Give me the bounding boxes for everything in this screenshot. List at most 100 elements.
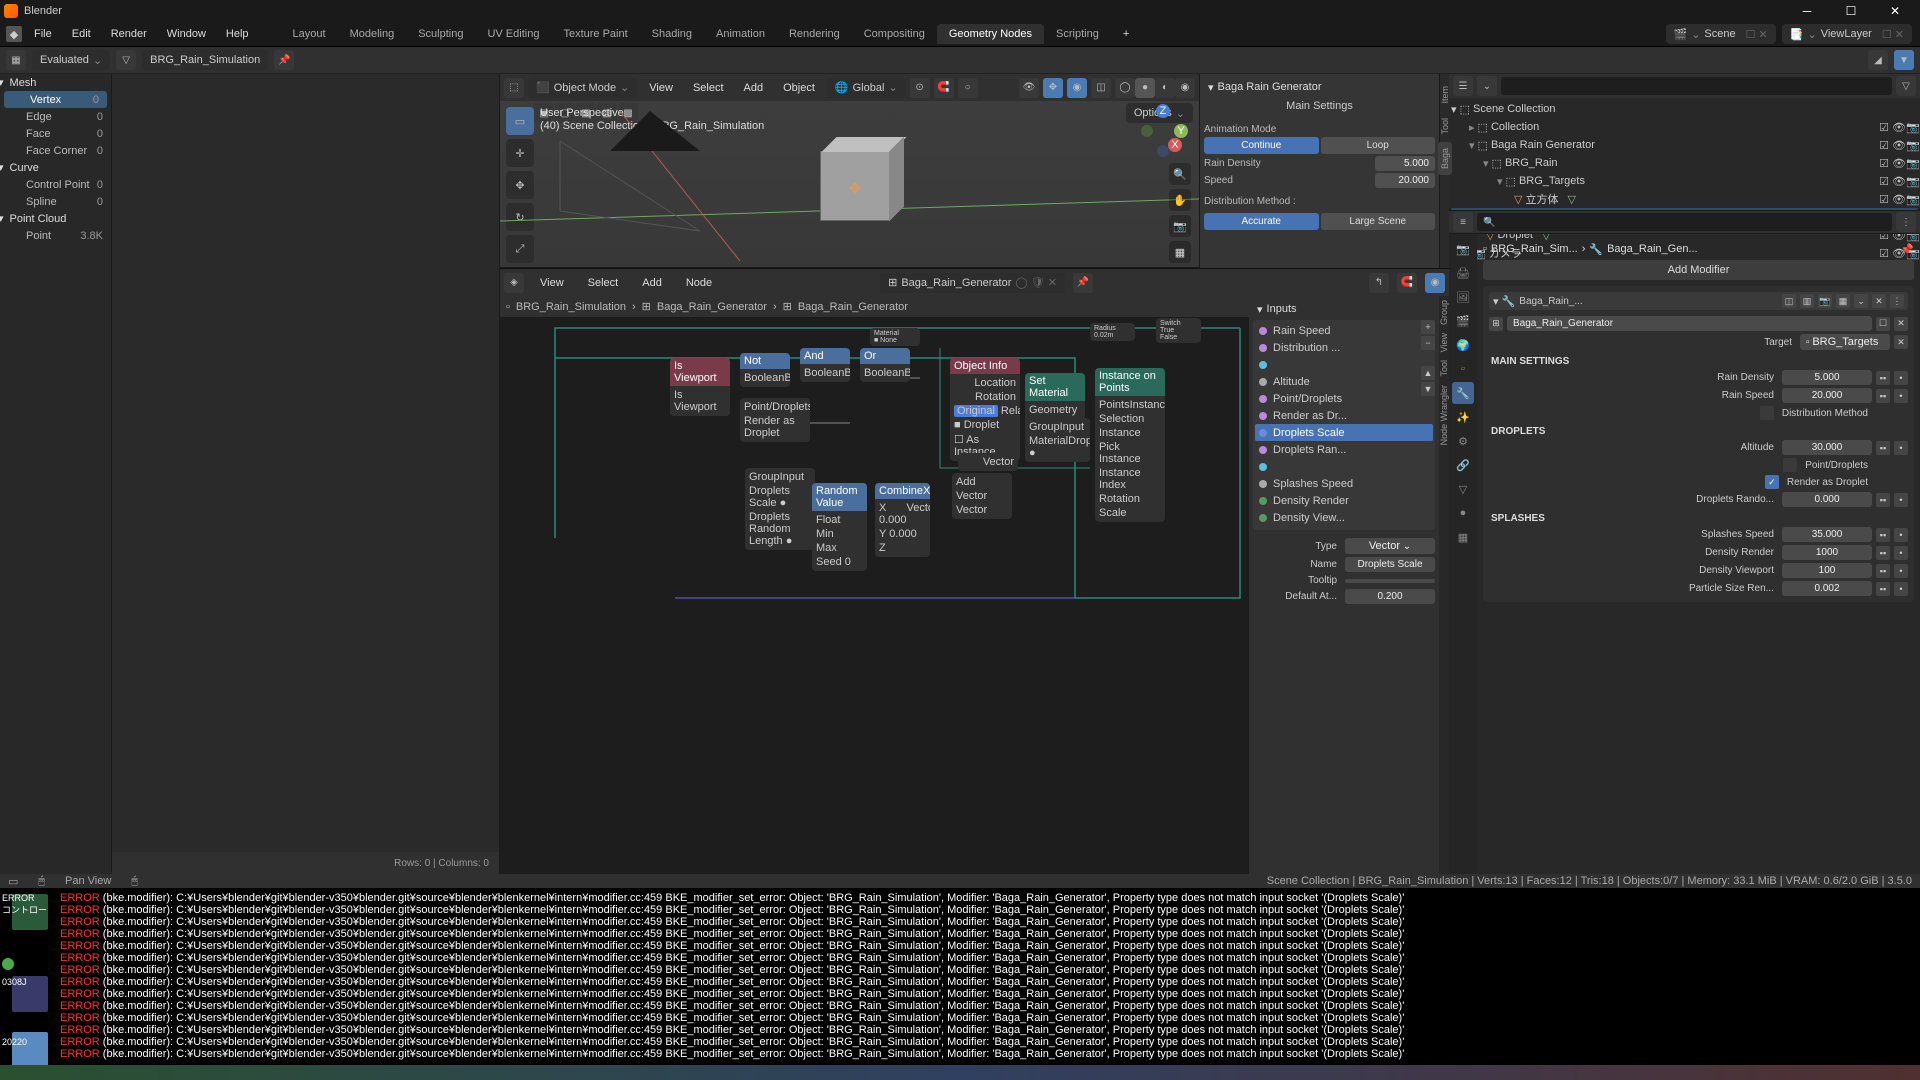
value-field[interactable]: 0.002 [1782, 581, 1872, 596]
node-input-Point/Droplets[interactable]: Point/Droplets [1255, 390, 1433, 407]
window-menu[interactable]: Window [159, 25, 214, 43]
tab-rendering[interactable]: Rendering [777, 24, 852, 44]
close-button[interactable]: ✕ [1874, 0, 1916, 22]
node-input-blank[interactable] [1255, 458, 1433, 475]
particle-tab[interactable]: ✨ [1452, 406, 1474, 428]
accurate-button[interactable]: Accurate [1204, 213, 1319, 230]
tab-texture-paint[interactable]: Texture Paint [551, 24, 639, 44]
outliner-Baga Rain Generator[interactable]: ▾ ⬚Baga Rain Generator☑👁📷 [1451, 136, 1918, 154]
world-tab[interactable]: 🌍 [1452, 334, 1474, 356]
move-tool[interactable]: ✥ [506, 171, 534, 199]
anim-dot-icon[interactable]: • [1894, 441, 1908, 455]
help-menu[interactable]: Help [218, 25, 257, 43]
proportional-icon[interactable]: ○ [958, 78, 978, 98]
filter-toggle[interactable]: ▼ [1894, 50, 1914, 70]
file-menu[interactable]: File [26, 25, 60, 43]
keyframe-icon[interactable]: ▪▪ [1876, 441, 1890, 455]
node-group-icon[interactable]: ⊞ [1489, 317, 1503, 331]
object-tab[interactable]: ▫ [1452, 358, 1474, 380]
minimize-button[interactable]: ─ [1786, 0, 1828, 22]
shade-render-icon[interactable]: ◉ [1175, 78, 1195, 98]
shade-wire-icon[interactable]: ◯ [1115, 78, 1135, 98]
target-x-icon[interactable]: ✕ [1894, 335, 1908, 349]
value-field[interactable]: 30.000 [1782, 440, 1872, 455]
value-field[interactable]: 5.000 [1782, 370, 1872, 385]
node-input-Splashes Speed[interactable]: Splashes Speed [1255, 475, 1433, 492]
domain-point-cloud[interactable]: ▾ Point Cloud [0, 210, 111, 227]
tab-uv-editing[interactable]: UV Editing [475, 24, 551, 44]
nodegroup-name[interactable]: Baga_Rain_Generator [1507, 316, 1872, 331]
node-input-Particle Size ...[interactable]: Particle Size ... [1255, 526, 1433, 530]
domain-face-corner[interactable]: Face Corner0 [0, 142, 111, 159]
overlay-toggle[interactable]: ◉ [1067, 78, 1087, 98]
keyframe-icon[interactable]: ▪▪ [1876, 371, 1890, 385]
node-input-Density Render[interactable]: Density Render [1255, 492, 1433, 509]
outliner-立方体[interactable]: ▽立方体 ▽☑👁📷 [1451, 190, 1918, 208]
node-input-Rain Speed[interactable]: Rain Speed [1255, 322, 1433, 339]
camera-icon[interactable]: 📷 [1169, 215, 1191, 237]
mod-close-icon[interactable]: ✕ [1872, 294, 1886, 308]
ne-tab-tool[interactable]: Tool [1439, 356, 1449, 381]
outliner-search[interactable] [1501, 77, 1892, 95]
layer-selector[interactable]: 📑 ⌄ ViewLayer ☐ ✕ [1782, 24, 1912, 44]
tab-animation[interactable]: Animation [704, 24, 777, 44]
keyframe-icon[interactable]: ▪▪ [1876, 389, 1890, 403]
add-modifier-button[interactable]: Add Modifier [1483, 260, 1914, 280]
tab-scripting[interactable]: Scripting [1044, 24, 1111, 44]
editor-type-icon[interactable]: ⬚ [504, 78, 524, 98]
physics-tab[interactable]: ⚙ [1452, 430, 1474, 452]
density-value[interactable]: 5.000 [1375, 156, 1435, 171]
domain-control-point[interactable]: Control Point0 [0, 176, 111, 193]
outliner-type-icon[interactable]: ⌄ [1477, 76, 1497, 96]
domain-mesh[interactable]: ▾ Mesh [0, 74, 111, 91]
outliner-BRG_Rain[interactable]: ▾ ⬚BRG_Rain☑👁📷 [1451, 154, 1918, 172]
outliner-filter-icon[interactable]: ▽ [1896, 76, 1916, 96]
vp-object-menu[interactable]: Object [775, 79, 823, 97]
domain-vertex[interactable]: Vertex0 [4, 91, 107, 108]
output-tab[interactable]: 🖨 [1452, 262, 1474, 284]
domain-spline[interactable]: Spline0 [0, 193, 111, 210]
tab-shading[interactable]: Shading [640, 24, 704, 44]
eval-mode-selector[interactable]: Evaluated⌄ [32, 50, 110, 70]
blender-menu-icon[interactable]: ◆ [6, 26, 22, 42]
checkbox[interactable]: ✓ [1760, 406, 1774, 420]
tab-sculpting[interactable]: Sculpting [406, 24, 475, 44]
value-field[interactable]: 0.000 [1782, 492, 1872, 507]
value-field[interactable]: 1000 [1782, 545, 1872, 560]
input-default-field[interactable]: 0.200 [1345, 589, 1435, 604]
domain-curve[interactable]: ▾ Curve [0, 159, 111, 176]
snap-icon[interactable]: 🧲 [934, 78, 954, 98]
texture-tab[interactable]: ▦ [1452, 526, 1474, 548]
add-workspace[interactable]: + [1115, 25, 1137, 43]
tab-modeling[interactable]: Modeling [338, 24, 407, 44]
continue-button[interactable]: Continue [1204, 137, 1319, 154]
ne-node-menu[interactable]: Node [678, 274, 720, 292]
keyframe-icon[interactable]: ▪▪ [1876, 528, 1890, 542]
cursor-tool[interactable]: ✛ [506, 139, 534, 167]
outliner-BRG_Targets[interactable]: ▾ ⬚BRG_Targets☑👁📷 [1451, 172, 1918, 190]
ne-view-menu[interactable]: View [532, 274, 572, 292]
anim-dot-icon[interactable]: • [1894, 371, 1908, 385]
input-name-field[interactable]: Droplets Scale [1345, 557, 1435, 572]
nav-gizmo[interactable]: Z Y X [1135, 103, 1191, 159]
cube-mesh[interactable]: ✥ [820, 151, 890, 221]
visibility-icon[interactable]: 👁 [1019, 78, 1039, 98]
outliner-Collection[interactable]: ▸ ⬚Collection☑👁📷 [1451, 118, 1918, 136]
ne-add-menu[interactable]: Add [634, 274, 670, 292]
gizmo-toggle[interactable]: ✥ [1043, 78, 1063, 98]
mod-realtime-icon[interactable]: ◫ [1782, 294, 1796, 308]
anim-dot-icon[interactable]: • [1894, 389, 1908, 403]
input-add-icon[interactable]: + [1421, 320, 1435, 334]
target-value[interactable]: ▫ BRG_Targets [1800, 334, 1890, 350]
value-field[interactable]: 100 [1782, 563, 1872, 578]
ng-dup-icon[interactable]: ☐ [1876, 317, 1890, 331]
scene-tab[interactable]: 🎬 [1452, 310, 1474, 332]
modifier-header[interactable]: ▾ 🔧Baga_Rain_... ◫ ▥ 📷 ▦ ⌄ ✕ ⋮ [1489, 292, 1908, 310]
constraint-tab[interactable]: 🔗 [1452, 454, 1474, 476]
value-field[interactable]: 20.000 [1782, 388, 1872, 403]
scene-selector[interactable]: 🎬 ⌄ Scene ☐ ✕ [1666, 24, 1776, 44]
input-tooltip-field[interactable] [1345, 579, 1435, 583]
render-tab[interactable]: 📷 [1452, 238, 1474, 260]
checkbox[interactable]: ✓ [1783, 458, 1797, 472]
vp-view-menu[interactable]: View [641, 79, 681, 97]
